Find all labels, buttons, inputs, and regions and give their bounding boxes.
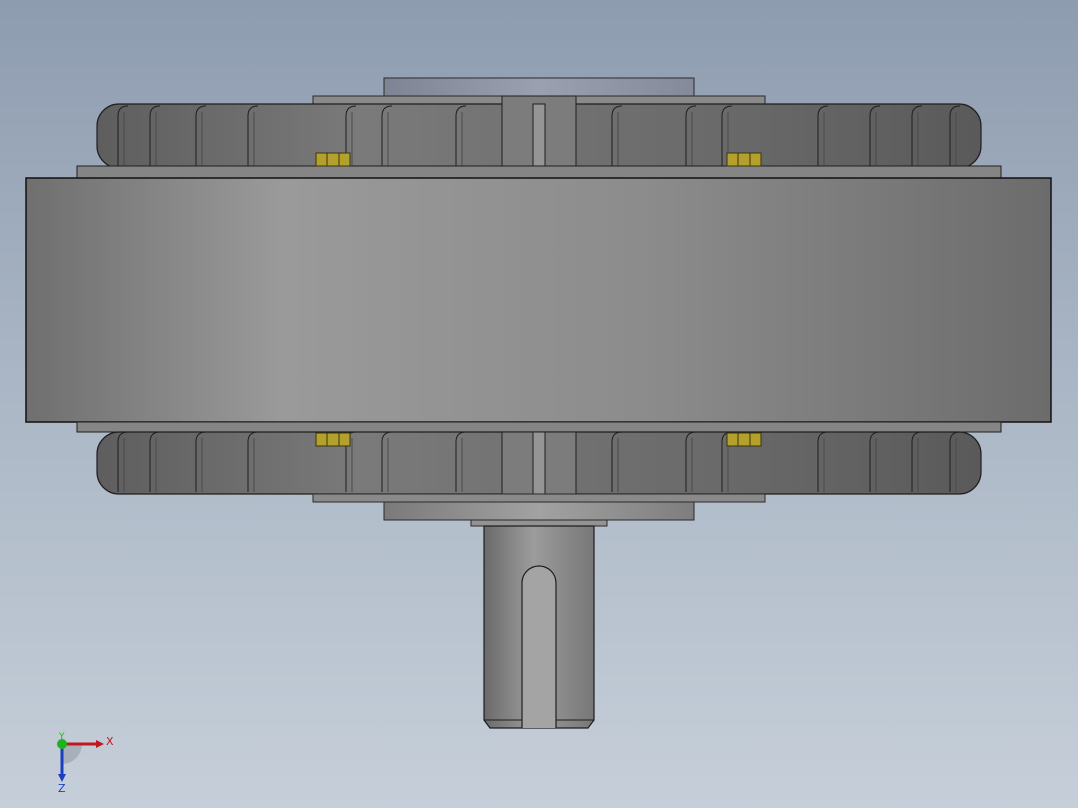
top-coil-winding[interactable]: [96, 95, 982, 169]
bottom-right-nut[interactable]: [726, 432, 762, 447]
z-axis-label: Z: [58, 782, 66, 795]
top-right-nut[interactable]: [726, 152, 762, 167]
x-axis-label: X: [106, 735, 114, 748]
bottom-hub[interactable]: [312, 493, 766, 527]
rotor-drum[interactable]: [25, 177, 1052, 423]
top-left-nut[interactable]: [315, 152, 351, 167]
y-axis-label: Y: [58, 732, 65, 742]
z-axis-arrowhead: [58, 774, 66, 782]
graphics-viewport[interactable]: X Y Z: [0, 0, 1078, 808]
bottom-flange[interactable]: [76, 421, 1002, 433]
output-shaft[interactable]: [483, 525, 595, 729]
motor-model[interactable]: [0, 0, 1078, 808]
coordinate-triad[interactable]: X Y Z: [50, 730, 130, 800]
bottom-left-nut[interactable]: [315, 432, 351, 447]
x-axis-arrowhead: [96, 740, 104, 748]
top-flange[interactable]: [76, 165, 1002, 179]
shaft-keyway: [521, 565, 557, 728]
bottom-coil-winding[interactable]: [96, 431, 982, 503]
